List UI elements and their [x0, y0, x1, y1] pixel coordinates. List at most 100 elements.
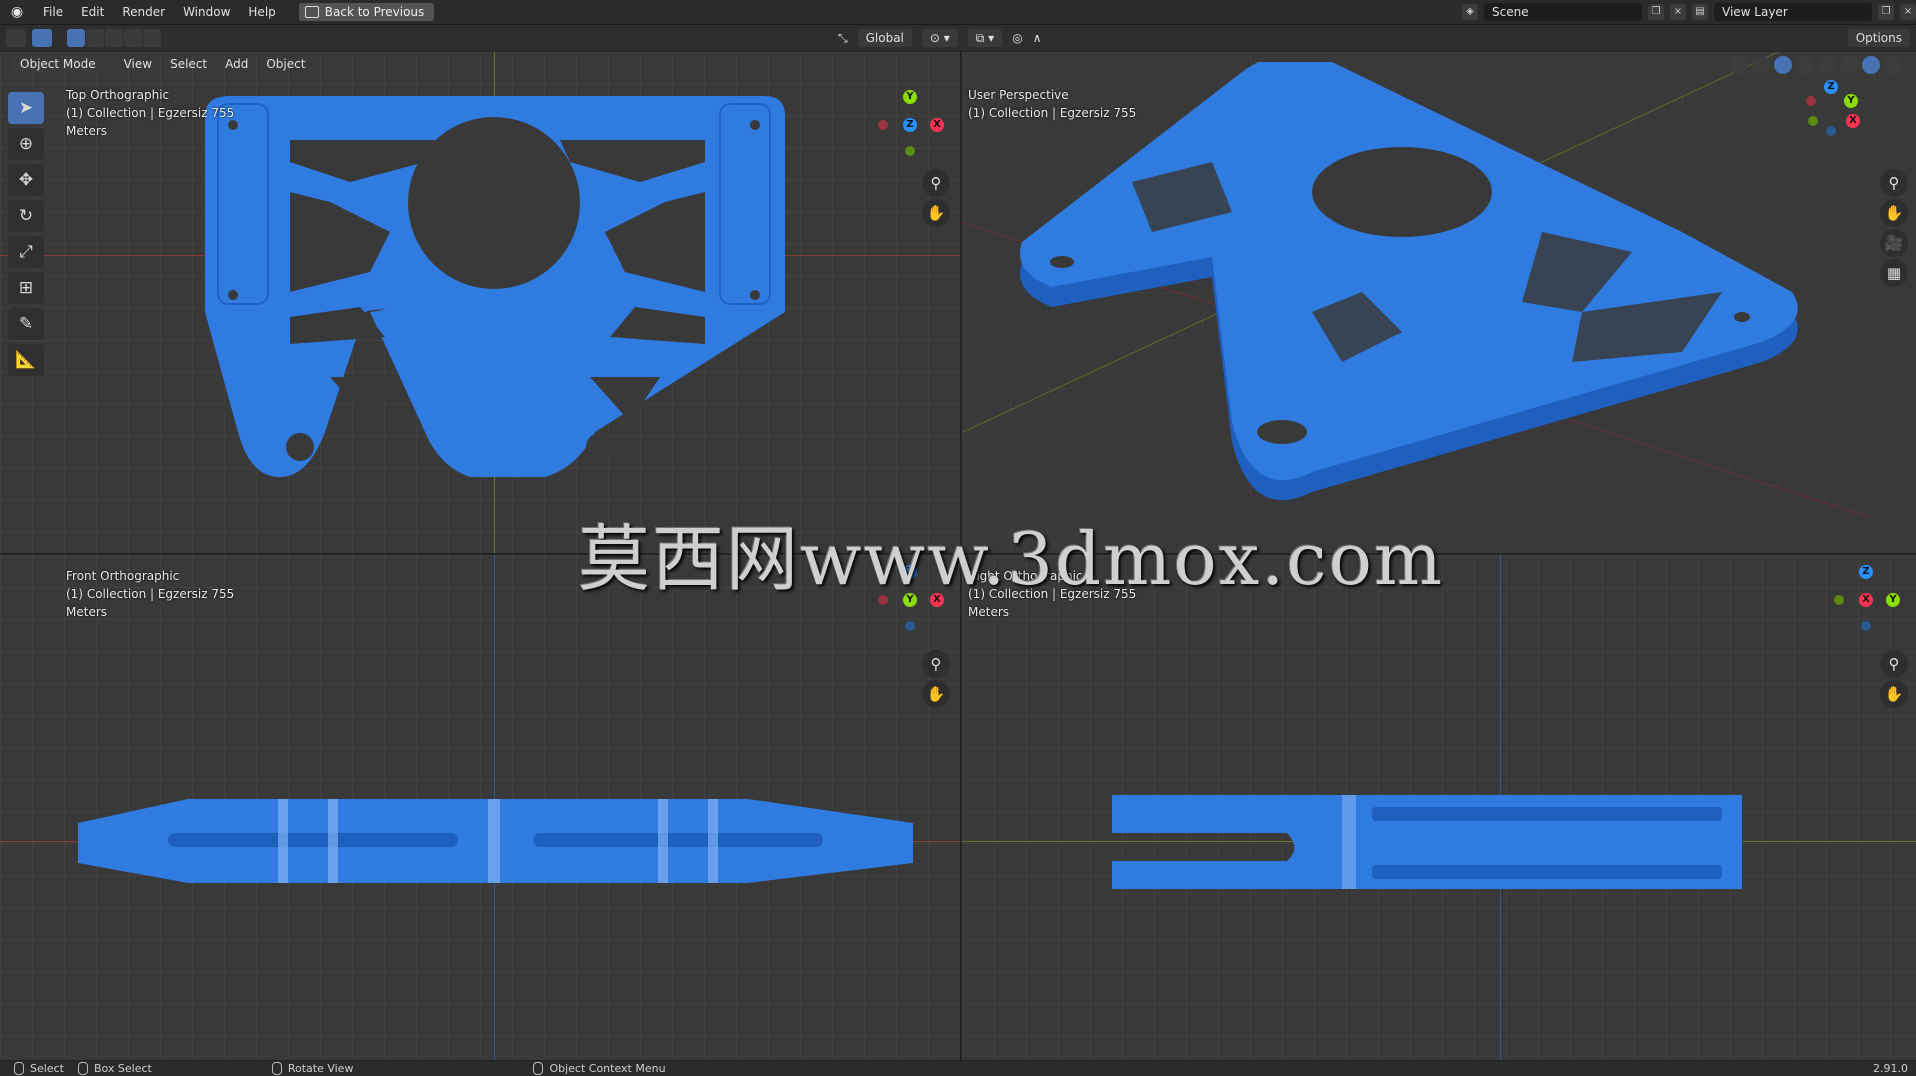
status-rotate-view-label: Rotate View: [287, 1062, 354, 1075]
gizmo-z-axis[interactable]: Z: [1824, 80, 1838, 94]
back-to-previous-label: Back to Previous: [324, 5, 425, 19]
delete-view-layer-icon[interactable]: ×: [1900, 4, 1916, 20]
gizmo-neg-x-axis[interactable]: [878, 120, 888, 130]
falloff-icon[interactable]: ∧: [1033, 31, 1042, 45]
gizmo-toggle-icon[interactable]: [1752, 56, 1770, 74]
rotate-tool-icon[interactable]: ↻: [8, 200, 44, 232]
select-invert-icon[interactable]: [124, 29, 142, 47]
pan-hand-icon[interactable]: ✋: [1880, 199, 1908, 227]
solid-shading-icon[interactable]: [1840, 56, 1858, 74]
menu-help[interactable]: Help: [239, 0, 284, 24]
navigation-gizmo[interactable]: Z X Y: [1826, 565, 1906, 645]
menu-window[interactable]: Window: [174, 0, 239, 24]
gizmo-neg-y-axis[interactable]: [905, 146, 915, 156]
gizmo-x-axis[interactable]: X: [930, 118, 944, 132]
menu-edit[interactable]: Edit: [72, 0, 113, 24]
part-perspective-view: [1020, 62, 1798, 501]
gizmo-y-axis[interactable]: Y: [1886, 593, 1900, 607]
shading-controls: [1730, 56, 1902, 74]
wireframe-shading-icon[interactable]: [1818, 56, 1836, 74]
pan-hand-icon[interactable]: ✋: [922, 199, 950, 227]
viewport-info: Top Orthographic (1) Collection | Egzers…: [66, 86, 234, 140]
gizmo-neg-y-axis[interactable]: [1808, 116, 1818, 126]
gizmo-neg-x-axis[interactable]: [1806, 96, 1816, 106]
gizmo-neg-z-axis[interactable]: [905, 621, 915, 631]
zoom-icon[interactable]: ⚲: [1880, 169, 1908, 197]
select-subtract-icon[interactable]: [105, 29, 123, 47]
viewport-info: User Perspective (1) Collection | Egzers…: [968, 86, 1136, 122]
cursor-tool-icon[interactable]: ⊕: [8, 128, 44, 160]
overlay-toggle-icon[interactable]: [1774, 56, 1792, 74]
gizmo-x-axis[interactable]: X: [1846, 114, 1860, 128]
select-new-icon[interactable]: [67, 29, 85, 47]
select-intersect-icon[interactable]: [143, 29, 161, 47]
orthographic-toggle-icon[interactable]: ▦: [1880, 259, 1908, 287]
proportional-edit-icon[interactable]: ◎: [1012, 31, 1022, 45]
zoom-icon[interactable]: ⚲: [922, 169, 950, 197]
zoom-icon[interactable]: ⚲: [922, 650, 950, 678]
back-to-previous-button[interactable]: Back to Previous: [298, 3, 435, 21]
zoom-icon[interactable]: ⚲: [1880, 650, 1908, 678]
gizmo-neg-z-axis[interactable]: [1826, 126, 1836, 136]
camera-view-icon[interactable]: 🎥: [1880, 229, 1908, 257]
navigation-gizmo[interactable]: Z Y X: [1786, 80, 1866, 160]
material-shading-icon[interactable]: [1862, 56, 1880, 74]
gizmo-y-axis[interactable]: Y: [1844, 94, 1858, 108]
top-bar: ◉ File Edit Render Window Help Back to P…: [0, 0, 1916, 25]
select-tool-icon[interactable]: [32, 29, 52, 47]
select-box-tool-icon[interactable]: ➤: [8, 92, 44, 124]
viewport-info: Front Orthographic (1) Collection | Egze…: [66, 567, 234, 621]
gizmo-z-axis[interactable]: Z: [1859, 565, 1873, 579]
viewport-menu-object[interactable]: Object: [258, 55, 313, 73]
delete-scene-icon[interactable]: ×: [1670, 4, 1686, 20]
pan-hand-icon[interactable]: ✋: [1880, 680, 1908, 708]
viewport-top-orthographic[interactable]: Object Mode View Select Add Object ➤ ⊕ ✥…: [0, 52, 960, 553]
part-right-view: [1112, 795, 1742, 889]
viewport-menu-add[interactable]: Add: [217, 55, 256, 73]
object-mode-dropdown[interactable]: Object Mode: [12, 55, 104, 73]
visibility-icon[interactable]: [1730, 56, 1748, 74]
pan-hand-icon[interactable]: ✋: [922, 680, 950, 708]
new-view-layer-icon[interactable]: ❐: [1878, 4, 1894, 20]
viewport-menu-select[interactable]: Select: [162, 55, 215, 73]
move-tool-icon[interactable]: ✥: [8, 164, 44, 196]
viewport-menu-view[interactable]: View: [116, 55, 160, 73]
mouse-right-icon: [533, 1062, 544, 1075]
viewport-header: Object Mode View Select Add Object: [0, 52, 313, 76]
measure-tool-icon[interactable]: 📐: [8, 344, 44, 376]
new-scene-icon[interactable]: ❐: [1648, 4, 1664, 20]
viewport-right-orthographic[interactable]: Right Orthographic (1) Collection | Egze…: [962, 555, 1916, 1060]
pivot-point-dropdown[interactable]: ⊙ ▾: [921, 29, 958, 47]
tool-header: ⤡ Global ⊙ ▾ ⧉ ▾ ◎ ∧ Options: [0, 25, 1916, 51]
transform-orientation-dropdown[interactable]: Global: [857, 29, 912, 47]
editor-type-icon[interactable]: [6, 29, 26, 47]
view-layer-icon[interactable]: ▤: [1692, 4, 1708, 20]
scene-field[interactable]: Scene: [1484, 3, 1642, 21]
view-layer-field[interactable]: View Layer: [1714, 3, 1872, 21]
xray-icon[interactable]: [1796, 56, 1814, 74]
gizmo-neg-y-axis[interactable]: [1834, 595, 1844, 605]
menu-file[interactable]: File: [34, 0, 72, 24]
gizmo-y-axis[interactable]: Y: [903, 90, 917, 104]
scene-icon[interactable]: ◈: [1462, 4, 1478, 20]
viewport-user-perspective[interactable]: User Perspective (1) Collection | Egzers…: [962, 52, 1916, 553]
annotate-tool-icon[interactable]: ✎: [8, 308, 44, 340]
screen-icon: [304, 6, 319, 18]
snap-dropdown[interactable]: ⧉ ▾: [967, 29, 1003, 47]
rendered-shading-icon[interactable]: [1884, 56, 1902, 74]
gizmo-z-axis[interactable]: Z: [903, 118, 917, 132]
status-select: Select: [14, 1062, 64, 1075]
gizmo-neg-z-axis[interactable]: [1861, 621, 1871, 631]
version-label: 2.91.0: [1873, 1062, 1908, 1075]
options-dropdown[interactable]: Options: [1847, 29, 1910, 47]
menu-render[interactable]: Render: [113, 0, 174, 24]
navigation-gizmo[interactable]: Y Z X: [870, 90, 950, 170]
select-extend-icon[interactable]: [86, 29, 104, 47]
viewport-front-orthographic[interactable]: Front Orthographic (1) Collection | Egze…: [0, 555, 960, 1060]
scale-tool-icon[interactable]: ⤢: [8, 236, 44, 268]
status-context-menu: Object Context Menu: [533, 1062, 666, 1075]
status-rotate-view: Rotate View: [271, 1062, 354, 1075]
transform-tool-icon[interactable]: ⊞: [8, 272, 44, 304]
gizmo-x-axis[interactable]: X: [1859, 593, 1873, 607]
blender-logo-icon[interactable]: ◉: [8, 3, 26, 21]
